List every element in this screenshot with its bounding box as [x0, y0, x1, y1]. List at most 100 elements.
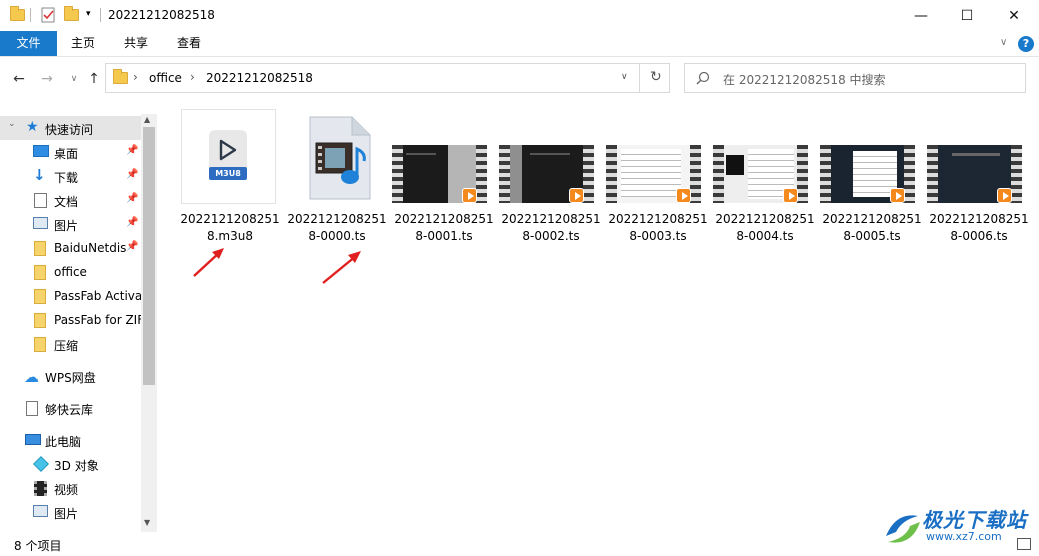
folder-icon — [34, 337, 46, 352]
folder-icon — [34, 313, 46, 328]
divider — [30, 8, 31, 22]
customize-quick-access-icon[interactable]: ▾ — [86, 9, 91, 19]
help-icon[interactable]: ? — [1018, 36, 1034, 52]
document-icon — [34, 193, 47, 208]
film-icon — [34, 481, 47, 496]
sidebar-item-office[interactable]: office — [0, 260, 141, 284]
pin-icon: 📌 — [126, 217, 139, 228]
star-icon: ★ — [26, 119, 39, 135]
file-item-ts-0001[interactable]: 2022121208251 8-0001.ts — [391, 107, 494, 247]
logo-icon — [886, 515, 920, 543]
file-name: 2022121208251 8-0006.ts — [929, 212, 1029, 243]
watermark-logo: 极光下载站 www.xz7.com — [880, 500, 1030, 554]
sidebar-item-pictures[interactable]: 图片 📌 — [0, 212, 141, 236]
cloud-icon: ☁ — [24, 368, 39, 386]
sidebar-item-documents[interactable]: 文档 📌 — [0, 188, 141, 212]
file-item-ts-0002[interactable]: 2022121208251 8-0002.ts — [498, 107, 601, 247]
scroll-down-icon[interactable]: ▼ — [144, 518, 150, 527]
computer-icon — [25, 434, 41, 445]
address-bar[interactable]: › office › 20221212082518 ∨ ↻ — [105, 63, 670, 93]
tab-view[interactable]: 查看 — [166, 31, 212, 56]
pin-icon: 📌 — [126, 193, 139, 204]
sidebar-item-wps[interactable]: ☁ WPS网盘 — [0, 364, 141, 388]
file-name: 2022121208251 8-0002.ts — [501, 212, 601, 243]
file-item-ts-0000[interactable]: 2022121208251 8-0000.ts — [284, 107, 387, 247]
pictures-icon — [33, 217, 48, 229]
ribbon: 文件 主页 共享 查看 ∨ ? — [0, 31, 1039, 57]
file-name: 2022121208251 8.m3u8 — [180, 212, 280, 243]
scroll-up-icon[interactable]: ▲ — [144, 115, 150, 124]
video-thumbnail — [606, 145, 701, 203]
breadcrumb-office[interactable]: office — [149, 71, 182, 85]
file-item-ts-0003[interactable]: 2022121208251 8-0003.ts — [605, 107, 708, 247]
file-name: 2022121208251 8-0001.ts — [394, 212, 494, 243]
folder-icon — [34, 289, 46, 304]
sidebar-item-passfab-zip[interactable]: PassFab for ZIF — [0, 308, 141, 332]
sidebar-item-desktop[interactable]: 桌面 📌 — [0, 140, 141, 164]
sidebar-item-cloud-library[interactable]: 够快云库 — [0, 396, 141, 420]
sidebar-item-baidunetdisk[interactable]: BaiduNetdis 📌 — [0, 236, 141, 260]
close-button[interactable]: ✕ — [991, 0, 1037, 31]
divider — [100, 8, 101, 22]
file-name: 2022121208251 8-0005.ts — [822, 212, 922, 243]
sidebar-item-pc-pictures[interactable]: 图片 — [0, 500, 141, 524]
folder-icon — [34, 241, 46, 256]
chevron-down-icon[interactable]: ⌄ — [8, 119, 16, 129]
media-file-icon — [288, 109, 383, 204]
breadcrumb-separator-icon[interactable]: › — [190, 70, 195, 84]
sidebar-item-compress[interactable]: 压缩 — [0, 332, 141, 356]
pin-icon: 📌 — [126, 169, 139, 180]
tab-share[interactable]: 共享 — [113, 31, 159, 56]
file-item-ts-0005[interactable]: 2022121208251 8-0005.ts — [819, 107, 922, 247]
tab-file[interactable]: 文件 — [0, 31, 57, 56]
file-item-ts-0006[interactable]: 2022121208251 8-0006.ts — [926, 107, 1029, 247]
play-icon — [219, 139, 237, 161]
video-thumbnail — [927, 145, 1022, 203]
scrollbar-thumb[interactable] — [143, 127, 155, 385]
divider — [639, 64, 640, 92]
download-icon: ↓ — [33, 166, 46, 184]
play-icon — [890, 188, 905, 203]
sidebar-item-3d-objects[interactable]: 3D 对象 — [0, 452, 141, 476]
video-thumbnail — [820, 145, 915, 203]
new-folder-icon[interactable] — [64, 6, 80, 25]
sidebar-item-passfab-activator[interactable]: PassFab Activat — [0, 284, 141, 308]
sidebar-item-this-pc[interactable]: 此电脑 — [0, 428, 141, 452]
play-icon — [783, 188, 798, 203]
navigation-pane: ⌄ ★ 快速访问 桌面 📌 ↓ 下载 📌 文档 📌 图片 📌 BaiduNetd… — [0, 114, 157, 532]
play-icon — [462, 188, 477, 203]
forward-icon[interactable]: → — [39, 71, 55, 87]
sidebar-item-videos[interactable]: 视频 — [0, 476, 141, 500]
video-thumbnail — [713, 145, 808, 203]
search-input[interactable]: 在 20221212082518 中搜索 — [684, 63, 1026, 93]
file-item-ts-0004[interactable]: 2022121208251 8-0004.ts — [712, 107, 815, 247]
properties-icon[interactable] — [40, 7, 56, 23]
file-item-m3u8[interactable]: M3U8 2022121208251 8.m3u8 — [177, 107, 280, 247]
play-icon — [676, 188, 691, 203]
sidebar-item-downloads[interactable]: ↓ 下载 📌 — [0, 164, 141, 188]
file-name: 2022121208251 8-0000.ts — [287, 212, 387, 243]
play-icon — [997, 188, 1012, 203]
expand-ribbon-icon[interactable]: ∨ — [1000, 37, 1007, 48]
back-icon[interactable]: ← — [11, 71, 27, 87]
breadcrumb-separator-icon[interactable]: › — [133, 70, 138, 84]
maximize-button[interactable]: ☐ — [944, 0, 990, 31]
tab-home[interactable]: 主页 — [60, 31, 106, 56]
m3u8-file-icon: M3U8 — [181, 109, 276, 204]
recent-locations-icon[interactable]: ∨ — [66, 71, 82, 87]
minimize-button[interactable]: — — [898, 0, 944, 31]
search-placeholder: 在 20221212082518 中搜索 — [723, 73, 886, 87]
file-name: 2022121208251 8-0003.ts — [608, 212, 708, 243]
folder-icon — [113, 69, 128, 84]
pin-icon: 📌 — [126, 241, 139, 252]
up-icon[interactable]: ↑ — [86, 71, 102, 87]
desktop-icon — [33, 145, 49, 157]
breadcrumb-current[interactable]: 20221212082518 — [206, 71, 313, 85]
document-icon — [26, 401, 38, 416]
address-dropdown-icon[interactable]: ∨ — [621, 72, 628, 82]
search-icon — [696, 71, 710, 85]
video-thumbnail — [499, 145, 594, 203]
play-icon — [569, 188, 584, 203]
refresh-icon[interactable]: ↻ — [650, 69, 662, 85]
sidebar-item-quick-access[interactable]: ⌄ ★ 快速访问 — [0, 116, 141, 140]
